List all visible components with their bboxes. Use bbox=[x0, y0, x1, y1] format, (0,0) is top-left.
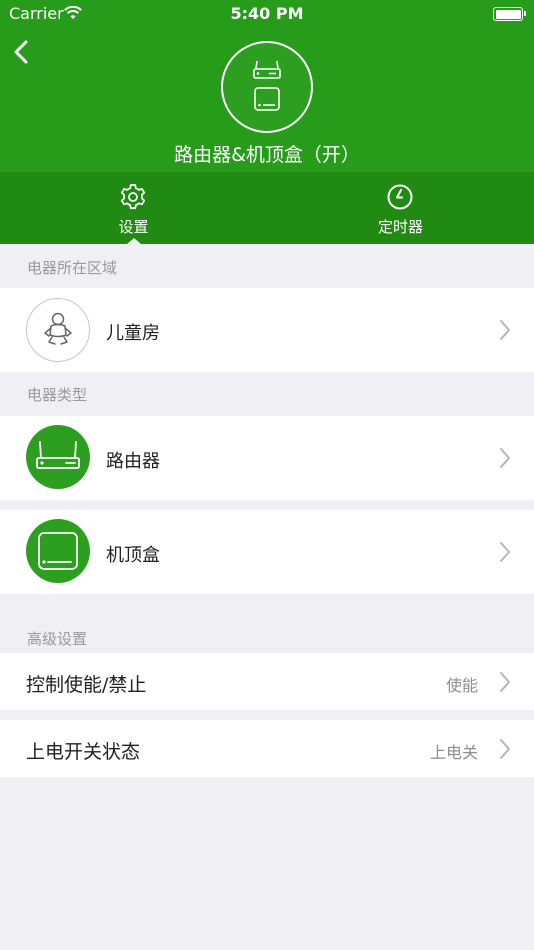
header: Carrier 5:40 PM 路由器&机顶盒（开） 设置 定时器 bbox=[0, 0, 534, 244]
tab-selected-indicator bbox=[127, 238, 141, 244]
tab-timer-label: 定时器 bbox=[377, 218, 423, 236]
battery-icon bbox=[493, 7, 526, 21]
list-item-router[interactable]: 路由器 bbox=[0, 416, 534, 500]
page-title: 路由器&机顶盒（开） bbox=[174, 144, 360, 166]
tab-settings-label: 设置 bbox=[118, 218, 149, 236]
list-item-label: 路由器 bbox=[106, 451, 160, 472]
setting-value: 上电关 bbox=[429, 743, 478, 762]
section-label-type: 电器类型 bbox=[27, 386, 88, 404]
setting-row-power-on-state[interactable]: 上电开关状态 上电关 bbox=[0, 720, 534, 777]
setting-label: 控制使能/禁止 bbox=[26, 674, 147, 696]
device-avatar bbox=[221, 41, 313, 133]
list-item-label: 机顶盒 bbox=[106, 545, 160, 566]
gear-icon bbox=[120, 184, 146, 210]
list-item-label: 儿童房 bbox=[106, 323, 160, 344]
chevron-right-icon bbox=[500, 542, 510, 562]
chevron-right-icon bbox=[500, 739, 510, 759]
tab-timer[interactable]: 定时器 bbox=[267, 172, 534, 244]
chevron-right-icon bbox=[500, 320, 510, 340]
status-bar: Carrier 5:40 PM bbox=[0, 0, 534, 28]
tab-bar: 设置 定时器 bbox=[0, 172, 534, 244]
router-icon bbox=[26, 425, 90, 489]
tab-settings[interactable]: 设置 bbox=[0, 172, 267, 244]
setting-label: 上电开关状态 bbox=[26, 741, 141, 763]
list-item-area[interactable]: 儿童房 bbox=[0, 288, 534, 372]
list-item-set-top-box[interactable]: 机顶盒 bbox=[0, 510, 534, 594]
section-label-advanced: 高级设置 bbox=[27, 630, 88, 648]
chevron-left-icon[interactable] bbox=[8, 38, 38, 68]
status-time: 5:40 PM bbox=[230, 4, 304, 23]
setting-value: 使能 bbox=[445, 676, 478, 695]
chevron-right-icon bbox=[500, 672, 510, 692]
set-top-box-icon bbox=[26, 519, 90, 583]
section-label-area: 电器所在区域 bbox=[27, 259, 118, 277]
baby-icon bbox=[26, 298, 90, 362]
setting-row-enable[interactable]: 控制使能/禁止 使能 bbox=[0, 653, 534, 710]
clock-icon bbox=[387, 184, 413, 210]
router-set-top-box-icon bbox=[253, 60, 281, 111]
chevron-right-icon bbox=[500, 448, 510, 468]
